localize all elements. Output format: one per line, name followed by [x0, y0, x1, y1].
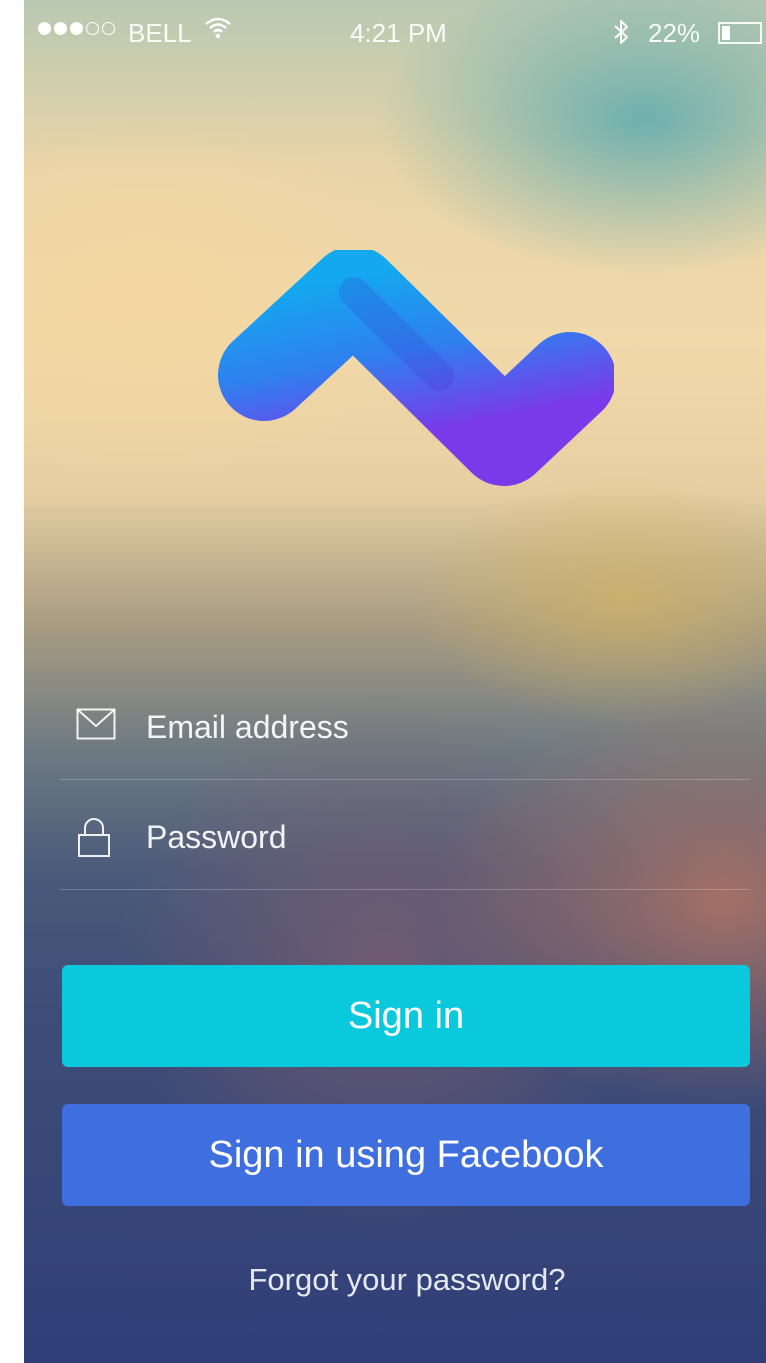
battery-level — [722, 26, 730, 40]
signal-dot — [54, 22, 67, 35]
password-field-row — [60, 780, 750, 890]
clock: 4:21 PM — [350, 18, 447, 48]
facebook-sign-in-button-label: Sign in using Facebook — [208, 1133, 604, 1176]
signal-dot — [38, 22, 51, 35]
lock-icon — [76, 818, 112, 863]
signal-dot — [86, 22, 99, 35]
signal-dot — [70, 22, 83, 35]
battery-icon — [718, 22, 762, 44]
password-input[interactable] — [146, 810, 706, 864]
status-bar: BELL 4:21 PM 22% — [24, 0, 766, 66]
carrier-name: BELL — [128, 18, 192, 48]
email-field-row — [60, 670, 750, 780]
signal-dot — [102, 22, 115, 35]
forgot-password-link[interactable]: Forgot your password? — [24, 1262, 766, 1298]
envelope-icon — [76, 708, 116, 745]
wifi-icon — [204, 16, 232, 47]
sign-in-button[interactable]: Sign in — [62, 965, 750, 1067]
bluetooth-icon — [612, 18, 630, 53]
app-logo — [218, 250, 614, 486]
battery-percentage: 22% — [648, 18, 701, 48]
email-input[interactable] — [146, 700, 706, 754]
login-screen: BELL 4:21 PM 22% Email address Sign in S… — [24, 0, 766, 1363]
signal-strength-icon — [38, 22, 115, 35]
sign-in-button-label: Sign in — [347, 994, 465, 1037]
facebook-sign-in-button[interactable]: Sign in using Facebook — [62, 1104, 750, 1206]
